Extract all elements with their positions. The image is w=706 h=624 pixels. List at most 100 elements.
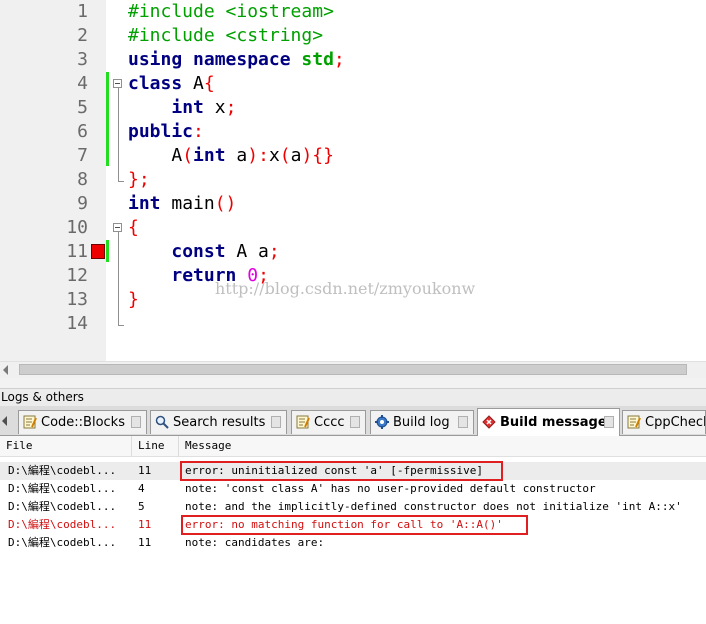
identifier: std <box>301 49 334 70</box>
code-line-4: class A{ <box>128 72 215 96</box>
gear-icon <box>375 415 389 429</box>
operator: : <box>193 121 204 142</box>
line-number: 14 <box>66 313 88 334</box>
line-number: 11 <box>66 241 88 262</box>
code-line-2: #include <cstring> <box>128 24 323 48</box>
line-number: 7 <box>77 145 88 166</box>
logs-panel-header: Logs & others <box>0 388 706 407</box>
column-header-file[interactable]: File <box>0 436 132 456</box>
keyword: using namespace <box>128 49 291 70</box>
preprocessor-directive: #include <cstring> <box>128 25 324 46</box>
keyword: const <box>171 241 226 262</box>
scroll-left-arrow-icon[interactable] <box>3 365 8 375</box>
tab-cccc[interactable]: Cccc <box>291 410 366 434</box>
tab-search-results[interactable]: Search results <box>150 410 287 434</box>
fold-toggle-icon[interactable] <box>113 223 122 232</box>
search-icon <box>155 415 169 429</box>
code-line-5: int x; <box>128 96 236 120</box>
keyword: int <box>128 193 161 214</box>
line-number: 9 <box>77 193 88 214</box>
message-cell: error: uninitialized const 'a' [-fpermis… <box>185 464 484 477</box>
line-number: 4 <box>77 73 88 94</box>
fold-end-marker <box>118 181 124 182</box>
close-icon[interactable] <box>350 416 360 428</box>
line-number: 10 <box>66 217 88 238</box>
identifier: A a <box>225 241 269 262</box>
code-line-6: public: <box>128 120 204 144</box>
tab-scroll-left-icon[interactable] <box>2 416 7 426</box>
code-line-8: }; <box>128 168 150 192</box>
keyword: int <box>193 145 226 166</box>
line-number: 13 <box>66 289 88 310</box>
tab-build-log[interactable]: Build log <box>370 410 474 434</box>
line-cell: 4 <box>138 482 145 495</box>
notepad-icon <box>627 415 641 429</box>
identifier: main <box>160 193 215 214</box>
operator: ; <box>268 241 280 262</box>
column-header-line[interactable]: Line <box>132 436 179 456</box>
table-row[interactable]: D:\編程\codebl... 4 note: 'const class A' … <box>0 480 706 498</box>
code-line-13: } <box>128 288 139 312</box>
line-number-gutter[interactable]: 1 2 3 4 5 6 7 8 9 10 11 12 13 14 <box>0 0 106 361</box>
table-header: File Line Message <box>0 436 706 457</box>
tab-label: Build messages <box>500 415 615 430</box>
logs-tab-bar: Code::Blocks Search results Cccc Build l… <box>0 406 706 436</box>
operator: ; <box>333 49 345 70</box>
error-marker-icon[interactable] <box>91 244 105 259</box>
operator: ( <box>279 145 291 166</box>
fold-guide <box>118 88 119 181</box>
line-number: 8 <box>77 169 88 190</box>
close-icon[interactable] <box>458 416 468 428</box>
table-row[interactable]: D:\編程\codebl... 11 error: no matching fu… <box>0 516 706 534</box>
tab-label: Code::Blocks <box>41 415 125 430</box>
identifier: a <box>290 145 302 166</box>
fold-end-marker <box>118 325 124 326</box>
preprocessor-directive: #include <iostream> <box>128 1 334 22</box>
tab-code-blocks[interactable]: Code::Blocks <box>18 410 147 434</box>
keyword: class <box>128 73 183 94</box>
line-number: 6 <box>77 121 88 142</box>
operator: { <box>203 73 215 94</box>
tab-build-messages[interactable]: Build messages <box>477 408 620 436</box>
tab-cppcheck[interactable]: CppCheck <box>622 410 706 434</box>
line-number: 5 <box>77 97 88 118</box>
file-cell: D:\編程\codebl... <box>8 464 117 477</box>
horizontal-scrollbar[interactable] <box>0 361 706 378</box>
file-cell: D:\編程\codebl... <box>8 482 117 495</box>
code-line-7: A(int a):x(a){} <box>128 144 334 168</box>
message-cell: note: and the implicitly-defined constru… <box>185 500 682 513</box>
scrollbar-thumb[interactable] <box>19 364 687 375</box>
identifier: a <box>225 145 248 166</box>
message-cell: note: 'const class A' has no user-provid… <box>185 482 596 495</box>
close-icon[interactable] <box>271 416 281 428</box>
identifier: x <box>203 97 226 118</box>
build-messages-table[interactable]: File Line Message D:\編程\codebl... 11 err… <box>0 436 706 553</box>
file-cell: D:\編程\codebl... <box>8 500 117 513</box>
operator: } <box>128 289 139 310</box>
table-row[interactable]: D:\編程\codebl... 5 note: and the implicit… <box>0 498 706 516</box>
message-cell: note: candidates are: <box>185 536 325 549</box>
operator: ): <box>247 145 269 166</box>
file-cell: D:\編程\codebl... <box>8 518 117 531</box>
tab-label: Build log <box>393 415 450 430</box>
changed-lines-marker <box>106 72 109 166</box>
watermark-text: http://blog.csdn.net/zmyoukonw <box>215 279 476 298</box>
line-number: 12 <box>66 265 88 286</box>
operator: ){} <box>301 145 334 166</box>
operator: }; <box>128 169 150 190</box>
line-number: 2 <box>77 25 88 46</box>
table-row[interactable]: D:\編程\codebl... 11 note: candidates are: <box>0 534 706 552</box>
close-icon[interactable] <box>604 416 614 428</box>
table-row[interactable]: D:\編程\codebl... 11 error: uninitialized … <box>0 462 706 480</box>
message-cell: error: no matching function for call to … <box>185 518 503 531</box>
logs-panel-title: Logs & others <box>1 390 84 404</box>
code-line-11: const A a; <box>128 240 280 264</box>
operator: () <box>214 193 237 214</box>
column-header-message[interactable]: Message <box>179 436 706 456</box>
notepad-icon <box>296 415 310 429</box>
fold-toggle-icon[interactable] <box>113 79 122 88</box>
close-icon[interactable] <box>131 416 141 428</box>
splitter[interactable] <box>0 378 706 388</box>
code-editor[interactable]: 1 2 3 4 5 6 7 8 9 10 11 12 13 14 #includ… <box>0 0 706 361</box>
operator: ; <box>225 97 237 118</box>
